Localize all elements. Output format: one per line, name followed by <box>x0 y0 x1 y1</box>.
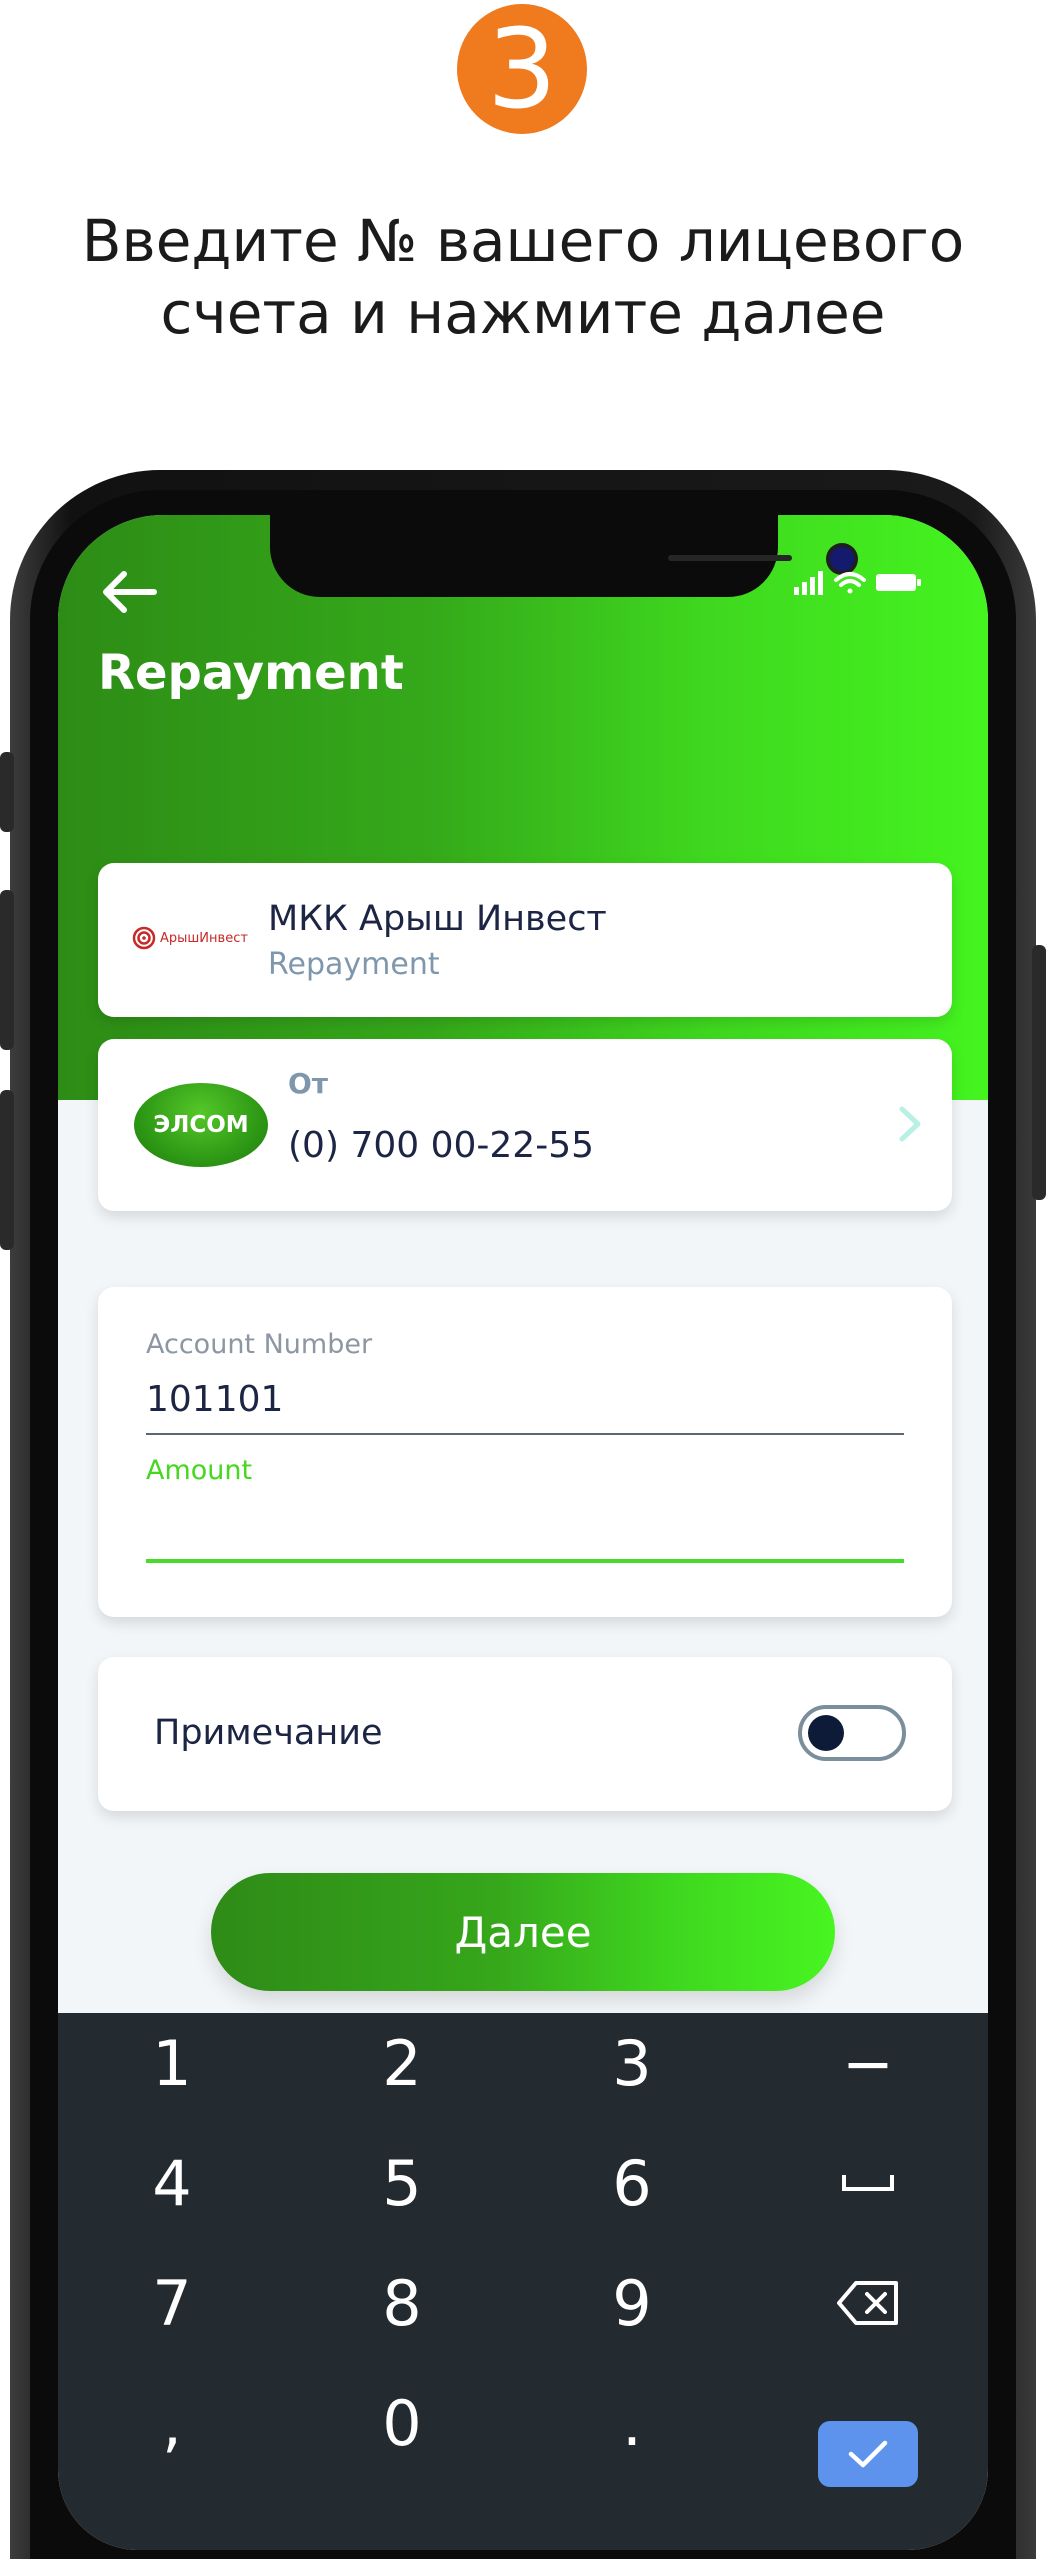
side-button-volume-up <box>0 890 14 1050</box>
merchant-card: АрышИнвест МКК Арыш Инвест Repayment <box>98 863 952 1017</box>
key-minus[interactable]: − <box>788 2013 948 2113</box>
checkmark-icon <box>848 2440 888 2468</box>
toggle-knob <box>808 1715 844 1751</box>
from-label: От <box>288 1067 329 1100</box>
instruction-line-2: счета и нажмите далее <box>160 279 886 347</box>
side-button-mute <box>0 752 14 832</box>
key-4[interactable]: 4 <box>92 2133 252 2233</box>
backspace-icon <box>837 2281 898 2325</box>
account-number-field[interactable]: 101101 <box>146 1379 283 1420</box>
amount-field[interactable] <box>146 1495 904 1555</box>
key-space[interactable] <box>788 2133 948 2233</box>
next-button[interactable]: Далее <box>211 1873 835 1991</box>
key-comma[interactable]: , <box>92 2373 252 2473</box>
instruction-text: Введите № вашего лицевого счета и нажмит… <box>0 205 1046 349</box>
amount-label: Amount <box>146 1455 253 1486</box>
from-phone-number: (0) 700 00-22-55 <box>288 1125 594 1166</box>
merchant-logo-text: АрышИнвест <box>160 930 248 946</box>
key-backspace[interactable] <box>788 2253 948 2353</box>
instruction-line-1: Введите № вашего лицевого <box>81 207 965 275</box>
key-8[interactable]: 8 <box>322 2253 482 2353</box>
space-icon <box>842 2175 894 2191</box>
key-7[interactable]: 7 <box>92 2253 252 2353</box>
elsom-logo: ЭЛСОМ <box>134 1083 268 1167</box>
key-5[interactable]: 5 <box>322 2133 482 2233</box>
back-arrow-icon[interactable] <box>98 567 158 617</box>
chevron-right-icon[interactable] <box>892 1099 928 1149</box>
merchant-subtitle: Repayment <box>268 947 440 982</box>
merchant-name: МКК Арыш Инвест <box>268 899 607 939</box>
numeric-keyboard: 1 2 3 − 4 5 6 7 8 9 , 0 . <box>58 2013 988 2550</box>
page-title: Repayment <box>98 645 404 701</box>
front-camera <box>830 547 854 571</box>
from-account-card[interactable]: ЭЛСОМ От (0) 700 00-22-55 <box>98 1039 952 1211</box>
key-0[interactable]: 0 <box>322 2373 482 2473</box>
side-button-power <box>1032 945 1046 1200</box>
status-bar-icons <box>794 571 921 595</box>
key-3[interactable]: 3 <box>552 2013 712 2113</box>
arysh-invest-logo-icon <box>132 926 156 950</box>
signal-icon <box>794 571 823 595</box>
key-period[interactable]: . <box>552 2373 712 2473</box>
key-1[interactable]: 1 <box>92 2013 252 2113</box>
note-card: Примечание <box>98 1657 952 1811</box>
wifi-icon <box>834 572 866 594</box>
amount-underline <box>146 1559 904 1563</box>
key-6[interactable]: 6 <box>552 2133 712 2233</box>
phone-screen: Repayment АрышИнвест МКК Арыш Инвест Rep… <box>58 515 988 2550</box>
note-toggle[interactable] <box>798 1705 906 1761</box>
merchant-logo: АрышИнвест <box>132 923 252 953</box>
phone-notch <box>270 515 854 597</box>
key-2[interactable]: 2 <box>322 2013 482 2113</box>
account-number-label: Account Number <box>146 1329 373 1360</box>
payment-form-card: Account Number 101101 Amount <box>98 1287 952 1617</box>
step-badge: 3 <box>457 4 587 134</box>
battery-icon <box>876 574 921 591</box>
account-number-underline <box>146 1433 904 1435</box>
side-button-volume-down <box>0 1090 14 1250</box>
speaker-grille <box>668 555 792 561</box>
key-9[interactable]: 9 <box>552 2253 712 2353</box>
note-label: Примечание <box>154 1713 383 1753</box>
key-done[interactable] <box>818 2421 918 2487</box>
